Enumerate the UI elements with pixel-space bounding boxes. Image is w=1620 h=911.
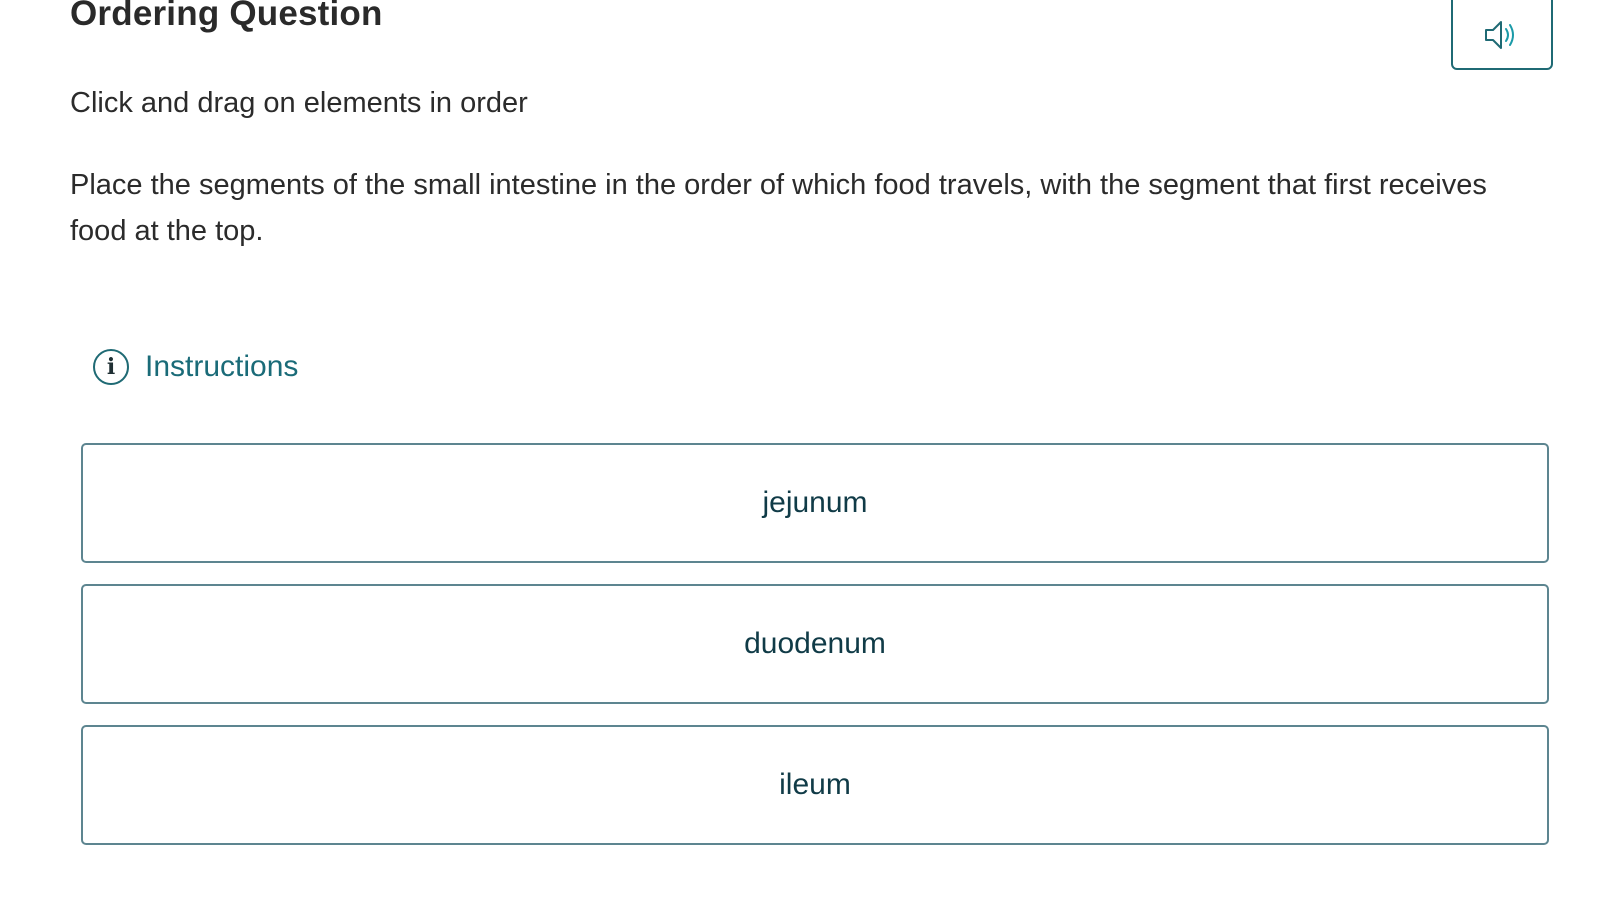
question-subtitle: Click and drag on elements in order (70, 87, 528, 119)
question-prompt: Place the segments of the small intestin… (70, 169, 1487, 247)
draggable-item[interactable]: jejunum (81, 443, 1549, 563)
ordering-question-page: Ordering Question Click and drag on elem… (0, 0, 1620, 911)
draggable-item-label: duodenum (744, 627, 886, 660)
read-aloud-button[interactable] (1451, 0, 1553, 70)
draggable-item[interactable]: duodenum (81, 584, 1549, 704)
draggable-item-label: jejunum (762, 486, 868, 519)
page-title: Ordering Question (70, 0, 383, 33)
instructions-toggle[interactable]: i Instructions (93, 349, 298, 385)
speaker-icon (1482, 17, 1522, 53)
ordering-list: jejunum duodenum ileum (81, 443, 1549, 866)
draggable-item-label: ileum (779, 768, 851, 801)
info-icon: i (93, 349, 129, 385)
instructions-label: Instructions (145, 350, 299, 383)
draggable-item[interactable]: ileum (81, 725, 1549, 845)
